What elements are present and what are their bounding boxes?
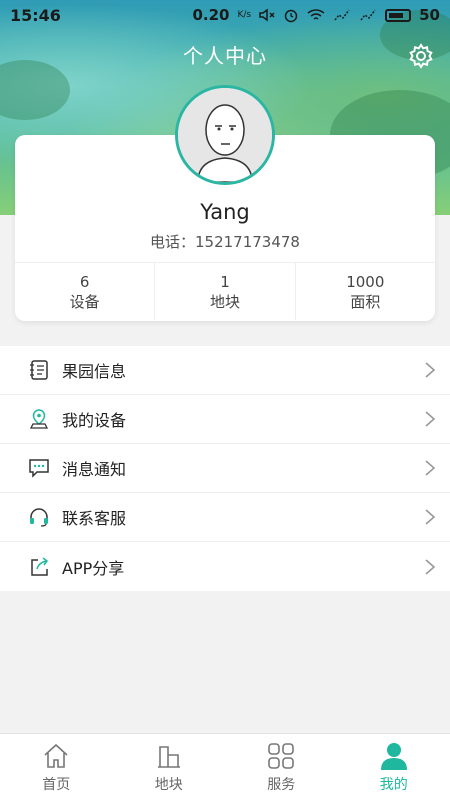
chevron-right-icon [425, 509, 436, 525]
battery-level: 50 [419, 6, 440, 24]
menu-list: 果园信息 我的设备 消息通知 联系客服 APP分享 [0, 346, 450, 591]
tab-label: 服务 [267, 776, 296, 793]
signal-icon [360, 9, 376, 21]
leaf-decoration [0, 60, 70, 120]
tab-services[interactable]: 服务 [225, 734, 338, 800]
menu-item-my-devices[interactable]: 我的设备 [0, 395, 450, 444]
profile-phone: 电话：15217173478 [150, 233, 300, 251]
home-icon [44, 743, 68, 768]
grid-icon [268, 742, 295, 769]
tab-mine[interactable]: 我的 [338, 734, 450, 800]
mute-icon [259, 8, 275, 22]
plot-icon [157, 745, 180, 768]
chevron-right-icon [425, 460, 436, 476]
battery-icon [385, 8, 412, 22]
menu-item-notifications[interactable]: 消息通知 [0, 444, 450, 493]
status-bar: 15:46 0.20 K/s 50 [0, 0, 450, 30]
menu-label: 果园信息 [62, 362, 127, 381]
tab-label: 地块 [154, 776, 183, 793]
avatar[interactable] [175, 85, 275, 185]
tab-home[interactable]: 首页 [0, 734, 113, 800]
bottom-tab-bar: 首页 地块 服务 我的 [0, 733, 450, 800]
share-icon [31, 556, 49, 576]
tab-plots[interactable]: 地块 [113, 734, 226, 800]
wifi-icon [307, 9, 325, 20]
stat-value: 1 [220, 272, 230, 291]
profile-name: Yang [200, 200, 250, 224]
stat-label: 面积 [350, 292, 381, 311]
status-indicators: 0.20 K/s 50 [192, 6, 440, 24]
network-speed: 0.20 [192, 6, 230, 24]
headset-icon [30, 508, 48, 527]
message-icon [29, 459, 49, 478]
person-icon [380, 742, 407, 770]
tab-label: 我的 [379, 776, 408, 793]
page-title: 个人中心 [183, 44, 267, 68]
alarm-icon [284, 9, 298, 23]
location-pin-icon [29, 409, 49, 429]
stat-label: 设备 [69, 292, 100, 311]
status-time: 15:46 [10, 5, 61, 25]
stat-devices[interactable]: 6 设备 [15, 263, 154, 320]
chevron-right-icon [425, 558, 436, 575]
avatar-portrait-icon [178, 88, 272, 182]
menu-label: APP分享 [62, 558, 125, 578]
menu-label: 联系客服 [62, 509, 127, 528]
speed-unit: K/s [237, 10, 252, 20]
profile-stats: 6 设备 1 地块 1000 面积 [15, 262, 435, 320]
menu-item-app-share[interactable]: APP分享 [0, 542, 450, 591]
signal-icon [334, 9, 350, 21]
stat-area[interactable]: 1000 面积 [294, 263, 435, 320]
stat-value: 6 [79, 272, 90, 291]
menu-item-contact-support[interactable]: 联系客服 [0, 493, 450, 542]
chevron-right-icon [425, 411, 436, 427]
stat-plots[interactable]: 1 地块 [154, 263, 294, 320]
stat-label: 地块 [209, 292, 240, 311]
gear-icon[interactable] [407, 42, 435, 70]
menu-item-orchard-info[interactable]: 果园信息 [0, 346, 450, 395]
tab-label: 首页 [42, 776, 71, 793]
notebook-icon [30, 360, 48, 380]
menu-label: 我的设备 [62, 411, 127, 430]
menu-label: 消息通知 [62, 460, 127, 479]
stat-value: 1000 [346, 272, 385, 291]
chevron-right-icon [425, 362, 436, 378]
